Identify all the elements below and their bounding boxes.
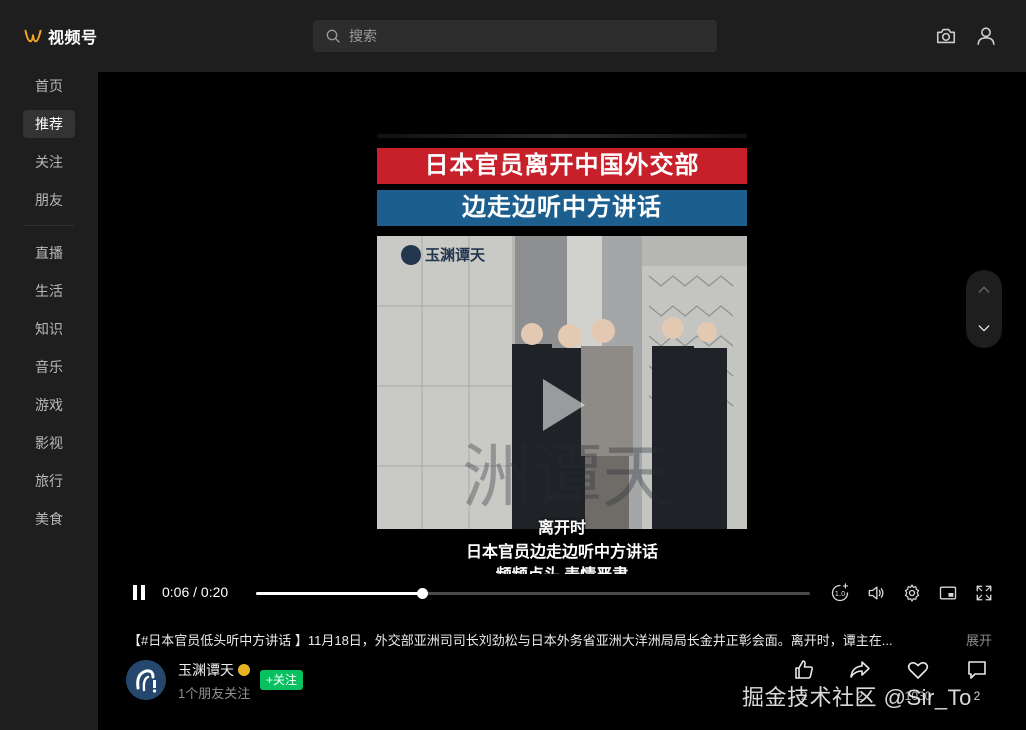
chevron-up-icon — [978, 286, 990, 293]
video-frame[interactable]: 日本官员离开中国外交部 边走边听中方讲话 洲谭天 玉渊谭天 离开时 日本官员边走… — [377, 134, 747, 574]
search-icon — [326, 29, 340, 43]
time-display: 0:06 / 0:20 — [162, 584, 229, 600]
search-input[interactable] — [349, 28, 689, 44]
search-bar[interactable] — [313, 20, 717, 52]
channels-logo-icon — [24, 29, 42, 43]
settings-button[interactable] — [901, 582, 923, 604]
pause-button[interactable] — [132, 585, 148, 601]
play-overlay-icon[interactable] — [543, 379, 585, 431]
video-headline-blue: 边走边听中方讲话 — [377, 190, 747, 226]
sidebar-item-home[interactable]: 首页 — [23, 72, 75, 100]
subtitle-line-3: 频频点头 表情严肃 — [377, 561, 747, 574]
share-icon — [850, 661, 870, 678]
sidebar-divider — [24, 225, 74, 226]
subtitle-line-2: 日本官员边走边听中方讲话 — [465, 544, 658, 561]
video-description: 【#日本官员低头听中方讲话 】11月18日，外交部亚洲司司长刘劲松与日本外务省亚… — [128, 633, 893, 648]
svg-text:1.0: 1.0 — [835, 590, 846, 598]
fullscreen-icon — [976, 585, 992, 601]
sidebar-item-knowledge[interactable]: 知识 — [23, 315, 75, 343]
channel-watermark: 玉渊谭天 — [401, 244, 485, 265]
video-scroll-control — [966, 270, 1002, 348]
gear-icon — [904, 584, 920, 602]
volume-icon — [868, 586, 884, 600]
speed-icon: 1.0 — [831, 583, 849, 602]
video-player: 日本官员离开中国外交部 边走边听中方讲话 洲谭天 玉渊谭天 离开时 日本官员边走… — [98, 72, 1026, 730]
sidebar-item-life[interactable]: 生活 — [23, 277, 75, 305]
progress-handle[interactable] — [417, 588, 429, 599]
video-headline-red: 日本官员离开中国外交部 — [377, 148, 747, 184]
sidebar-item-music[interactable]: 音乐 — [23, 353, 75, 381]
subtitle-line-1: 离开时 — [537, 520, 586, 537]
progress-bar-fill — [256, 592, 423, 595]
sidebar-item-film[interactable]: 影视 — [23, 429, 75, 457]
sidebar-item-food[interactable]: 美食 — [23, 505, 75, 533]
video-top-strip — [377, 134, 747, 138]
sidebar-item-friends[interactable]: 朋友 — [23, 186, 75, 214]
site-watermark: 掘金技术社区 @Sir_To — [742, 685, 972, 710]
user-icon — [977, 27, 995, 46]
sidebar-item-travel[interactable]: 旅行 — [23, 467, 75, 495]
expand-description-link[interactable]: 展开 — [966, 630, 992, 649]
sidebar-item-games[interactable]: 游戏 — [23, 391, 75, 419]
thumbs-up-icon — [795, 660, 813, 679]
follow-button[interactable]: +关注 — [260, 670, 304, 690]
progress-bar[interactable] — [256, 588, 810, 599]
author-avatar[interactable] — [126, 660, 166, 700]
friends-following-count: 1个朋友关注 — [178, 686, 251, 701]
sidebar-item-live[interactable]: 直播 — [23, 239, 75, 267]
app-logo[interactable]: 视频号 — [24, 24, 98, 48]
heart-icon — [907, 662, 929, 679]
sidebar-item-following[interactable]: 关注 — [23, 148, 75, 176]
camera-button[interactable] — [934, 24, 958, 48]
player-controls: 0:06 / 0:20 1.0 — [98, 578, 1026, 608]
channel-watermark-icon — [401, 244, 421, 265]
chevron-down-icon — [978, 325, 990, 332]
top-bar: 视频号 — [0, 0, 1026, 72]
sidebar-item-recommended[interactable]: 推荐 — [23, 110, 75, 138]
profile-button[interactable] — [974, 24, 998, 48]
pause-icon — [133, 585, 137, 600]
video-scene: 洲谭天 玉渊谭天 — [377, 236, 747, 529]
next-video-button[interactable] — [966, 310, 1002, 346]
fullscreen-button[interactable] — [973, 582, 995, 604]
previous-video-button[interactable] — [966, 272, 1002, 308]
verified-badge-icon — [238, 664, 250, 676]
author-name[interactable]: 玉渊谭天 — [178, 660, 250, 680]
svg-text:洲谭天: 洲谭天 — [462, 436, 672, 518]
app-name: 视频号 — [48, 30, 98, 47]
picture-in-picture-button[interactable] — [937, 582, 959, 604]
volume-button[interactable] — [865, 582, 887, 604]
playback-speed-button[interactable]: 1.0 — [829, 582, 851, 604]
comment-icon — [968, 661, 986, 679]
camera-icon — [936, 28, 956, 44]
sidebar: 首页 推荐 关注 朋友 直播 生活 知识 音乐 游戏 影视 旅行 美食 — [0, 72, 98, 730]
picture-in-picture-icon — [939, 586, 957, 600]
author-avatar-image — [126, 660, 166, 700]
